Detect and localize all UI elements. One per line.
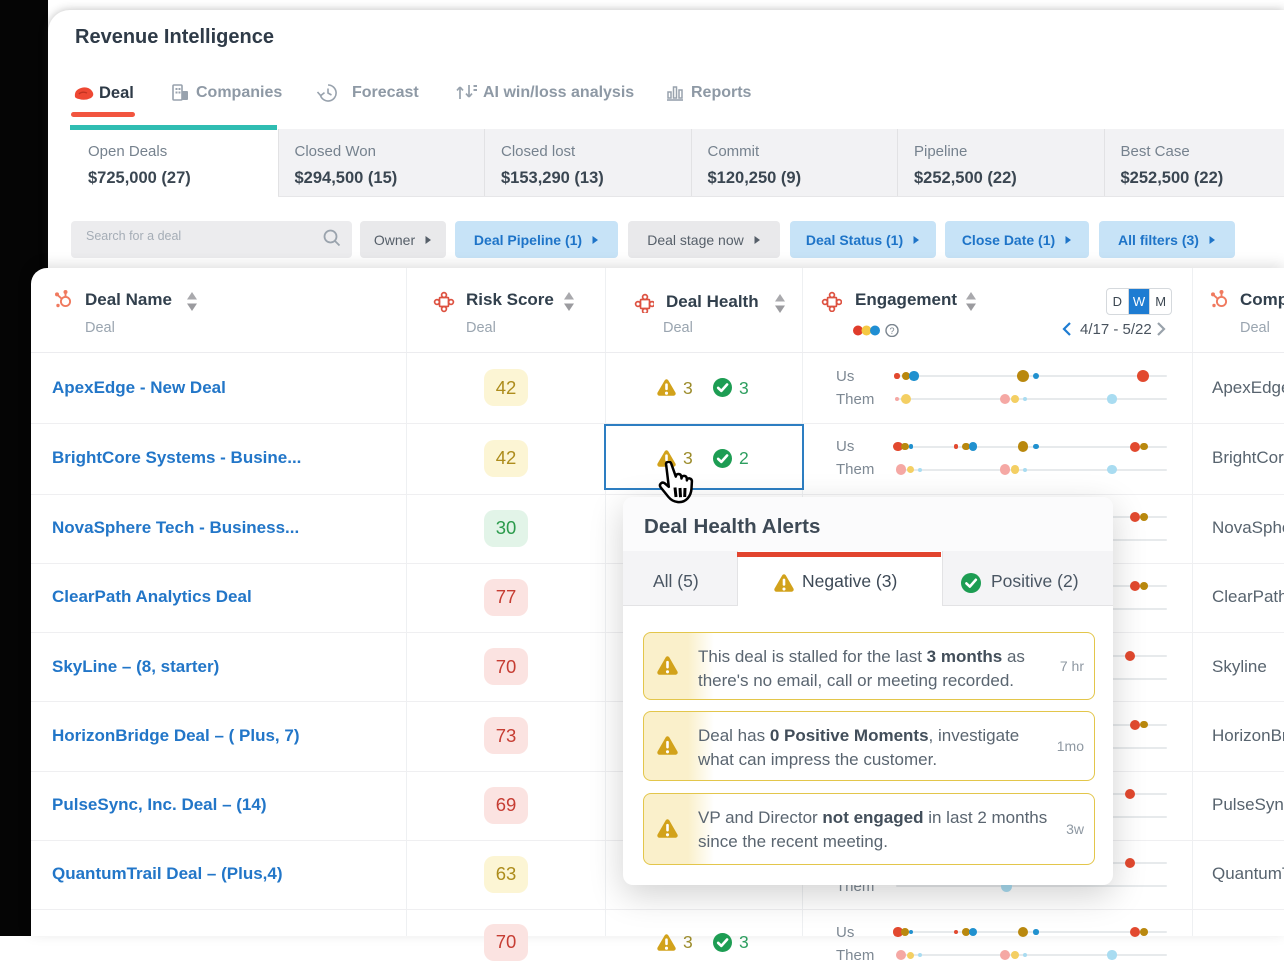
svg-text:?: ? [889, 326, 894, 336]
